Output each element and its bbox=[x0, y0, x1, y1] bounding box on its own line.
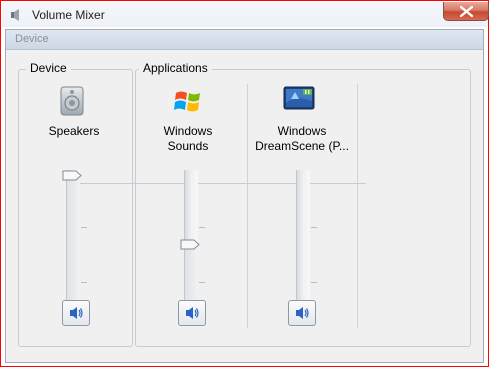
windows-dreamscene-label: Windows DreamScene (P... bbox=[255, 124, 349, 153]
mixer-client-area: Device Device Applications Speakers Wind… bbox=[5, 29, 484, 363]
windows-dreamscene-mute-button[interactable] bbox=[288, 300, 316, 326]
master-volume-guide bbox=[66, 183, 366, 184]
windows-sounds-mute-button[interactable] bbox=[178, 300, 206, 326]
slider-tick bbox=[311, 282, 317, 283]
windows-sounds-label: Windows Sounds bbox=[163, 124, 213, 153]
slider-tick bbox=[199, 282, 205, 283]
column-divider bbox=[357, 84, 358, 328]
close-button[interactable] bbox=[443, 2, 489, 21]
close-icon bbox=[460, 6, 473, 17]
slider-tick bbox=[199, 227, 205, 228]
device-group-label: Device bbox=[26, 61, 71, 75]
speaker-volume-icon bbox=[186, 307, 199, 319]
window-title: Volume Mixer bbox=[32, 8, 105, 22]
speakers-icon bbox=[60, 86, 84, 116]
speaker-volume-icon bbox=[296, 307, 309, 319]
speakers-volume-fill bbox=[67, 175, 80, 318]
volume-mixer-window: Volume Mixer Device Device Applications bbox=[0, 0, 489, 367]
dreamscene-icon bbox=[283, 86, 315, 110]
column-divider bbox=[247, 84, 248, 328]
speaker-volume-icon bbox=[70, 307, 83, 319]
device-menu-bar[interactable]: Device bbox=[6, 30, 483, 50]
speaker-icon bbox=[11, 9, 19, 21]
windows-dreamscene-volume-slider[interactable] bbox=[296, 170, 310, 318]
windows-sounds-volume-thumb[interactable] bbox=[180, 239, 200, 250]
slider-tick bbox=[81, 227, 87, 228]
speakers-volume-thumb[interactable] bbox=[62, 170, 82, 181]
slider-tick bbox=[311, 227, 317, 228]
speakers-mute-button[interactable] bbox=[62, 300, 90, 326]
slider-tick bbox=[81, 282, 87, 283]
title-bar[interactable]: Volume Mixer bbox=[2, 2, 489, 27]
applications-group-label: Applications bbox=[139, 61, 212, 75]
device-menu-label: Device bbox=[15, 33, 49, 45]
speakers-label: Speakers bbox=[48, 124, 100, 138]
windows-logo-icon bbox=[174, 91, 200, 112]
speakers-volume-slider[interactable] bbox=[66, 170, 80, 318]
